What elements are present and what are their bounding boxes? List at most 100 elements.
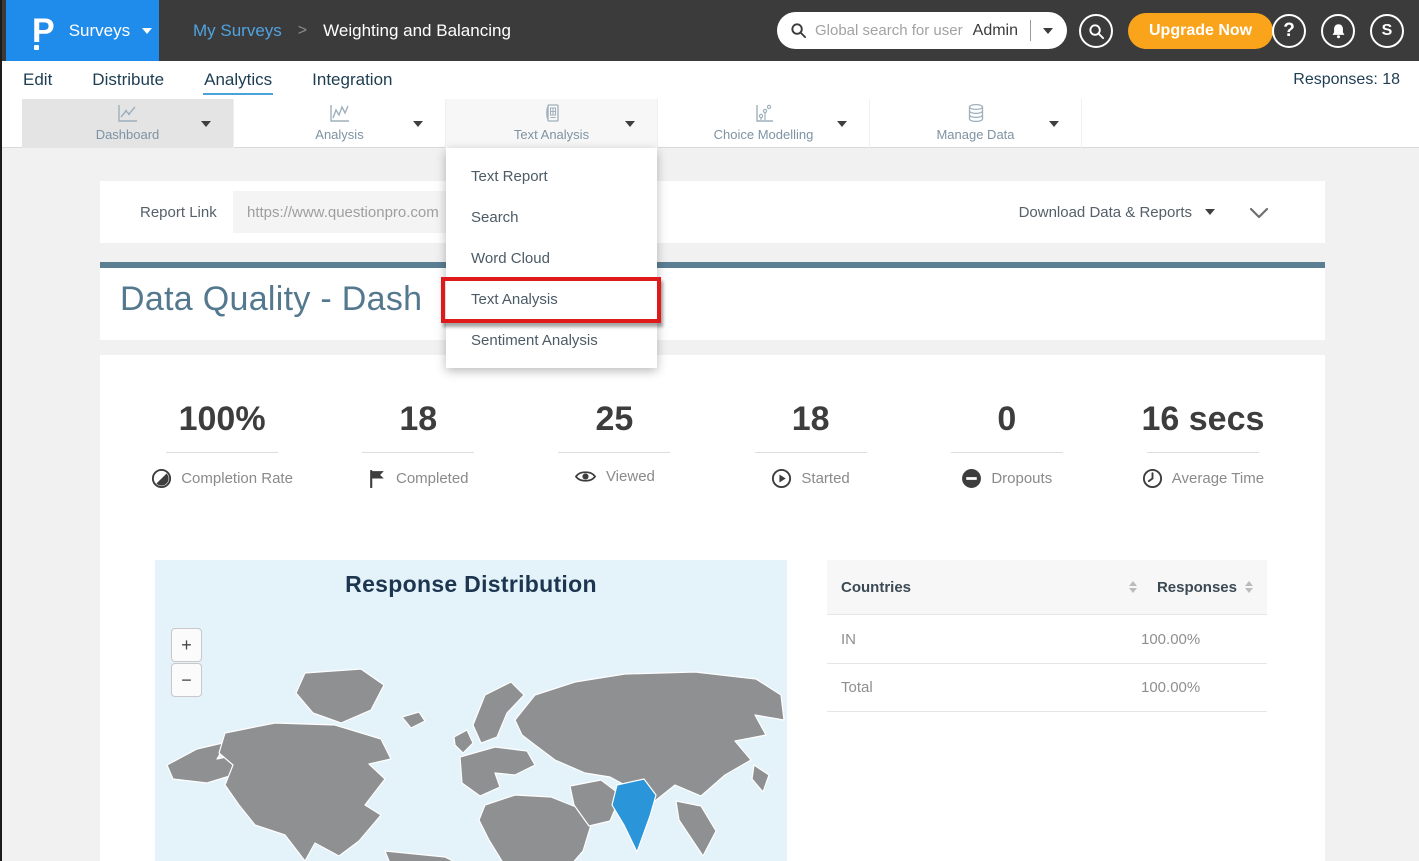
- analytics-toolbar: Dashboard Analysis Text Analysis Choice …: [0, 99, 1419, 148]
- flag-icon: [368, 468, 387, 489]
- toolbar-tab-manage-data[interactable]: Manage Data: [870, 99, 1082, 148]
- stat-dropouts: 0 Dropouts: [909, 400, 1105, 494]
- responses-count: Responses: 18: [1293, 61, 1400, 99]
- breadcrumb: My Surveys > Weighting and Balancing: [193, 0, 511, 61]
- chevron-down-icon[interactable]: [1049, 121, 1059, 127]
- toolbar-tab-label: Dashboard: [22, 127, 233, 142]
- stat-label: Viewed: [606, 468, 655, 485]
- toolbar-tab-analysis[interactable]: Analysis: [234, 99, 446, 148]
- survey-nav: Edit Distribute Analytics Integration Re…: [0, 61, 1419, 99]
- stat-label: Completion Rate: [181, 470, 293, 487]
- dashboard-heading-card: Data Quality - Dash: [100, 262, 1325, 340]
- bell-icon: [1330, 22, 1347, 40]
- menu-item-sentiment-analysis[interactable]: Sentiment Analysis: [446, 320, 657, 361]
- stat-label: Average Time: [1172, 470, 1264, 487]
- divider: [755, 452, 867, 453]
- nav-tab-integration[interactable]: Integration: [311, 66, 393, 95]
- menu-item-word-cloud[interactable]: Word Cloud: [446, 238, 657, 279]
- divider: [1147, 452, 1259, 453]
- breadcrumb-my-surveys[interactable]: My Surveys: [193, 21, 282, 41]
- stat-average-time: 16 secs Average Time: [1105, 400, 1301, 494]
- table-row: IN 100.00%: [827, 614, 1267, 663]
- chevron-down-icon: [1205, 209, 1215, 215]
- stat-label: Started: [801, 470, 849, 487]
- screen-edge: [0, 0, 2, 861]
- countries-table: Countries Responses IN 100.00% Total 100…: [827, 560, 1267, 712]
- report-link-card: Report Link Download Data & Reports: [100, 181, 1325, 243]
- chevron-down-icon[interactable]: [413, 121, 423, 127]
- responses-cell: 100.00%: [1141, 631, 1253, 648]
- responses-column-header[interactable]: Responses: [1157, 579, 1237, 596]
- stat-value: 25: [516, 400, 712, 439]
- search-scope-label: Admin: [973, 22, 1018, 40]
- breadcrumb-separator-icon: >: [298, 22, 307, 40]
- help-icon: ?: [1283, 20, 1295, 42]
- report-link-label: Report Link: [140, 181, 217, 243]
- chevron-down-icon[interactable]: [201, 121, 211, 127]
- divider: [1030, 20, 1031, 41]
- map-title: Response Distribution: [155, 571, 787, 598]
- eye-icon: [574, 468, 597, 485]
- toolbar-tab-label: Text Analysis: [446, 127, 657, 142]
- stat-value: 18: [320, 400, 516, 439]
- download-data-reports-label: Download Data & Reports: [1019, 204, 1192, 221]
- sort-icon[interactable]: [1245, 581, 1253, 593]
- toolbar-tab-label: Manage Data: [870, 127, 1081, 142]
- stat-viewed: 25 Viewed: [516, 400, 712, 494]
- search-icon: [1088, 23, 1105, 40]
- chevron-down-icon[interactable]: [625, 121, 635, 127]
- search-scope-dropdown[interactable]: [1043, 28, 1053, 34]
- stat-started: 18 Started: [713, 400, 909, 494]
- stat-value: 16 secs: [1105, 400, 1301, 439]
- responses-cell: 100.00%: [1141, 679, 1253, 696]
- menu-item-text-analysis[interactable]: Text Analysis: [446, 279, 657, 320]
- toolbar-tab-choice-modelling[interactable]: Choice Modelling: [658, 99, 870, 148]
- search-icon: [790, 22, 807, 39]
- global-search-input[interactable]: [807, 22, 973, 39]
- survey-stats-row: 100% Completion Rate 18 Completed 25 Vie…: [124, 400, 1301, 494]
- nav-tab-distribute[interactable]: Distribute: [91, 66, 165, 95]
- completion-rate-icon: [151, 468, 172, 489]
- stat-label: Completed: [396, 470, 469, 487]
- country-cell: Total: [841, 679, 1141, 696]
- collapse-section-chevron[interactable]: [1249, 206, 1269, 224]
- sort-icon[interactable]: [1129, 581, 1137, 593]
- map-country-india[interactable]: [612, 779, 656, 852]
- toolbar-tab-text-analysis[interactable]: Text Analysis: [446, 99, 658, 148]
- minus-circle-icon: [961, 468, 982, 489]
- stat-value: 0: [909, 400, 1105, 439]
- divider: [951, 452, 1063, 453]
- nav-tab-analytics[interactable]: Analytics: [203, 66, 273, 95]
- chevron-down-icon: [1249, 207, 1269, 219]
- questionpro-logo: P: [32, 14, 55, 48]
- global-search: Admin: [777, 12, 1067, 49]
- help-button[interactable]: ?: [1272, 14, 1306, 48]
- product-switcher[interactable]: P Surveys: [6, 0, 159, 61]
- chevron-down-icon[interactable]: [837, 121, 847, 127]
- nav-tab-edit[interactable]: Edit: [22, 66, 53, 95]
- search-button[interactable]: [1079, 14, 1113, 48]
- menu-item-text-report[interactable]: Text Report: [446, 156, 657, 197]
- top-bar: P Surveys My Surveys > Weighting and Bal…: [0, 0, 1419, 61]
- divider: [166, 452, 278, 453]
- stat-completion-rate: 100% Completion Rate: [124, 400, 320, 494]
- download-data-reports-dropdown[interactable]: Download Data & Reports: [1019, 181, 1215, 243]
- toolbar-tab-label: Analysis: [234, 127, 445, 142]
- map-zoom-in-button[interactable]: +: [171, 628, 202, 662]
- divider: [558, 452, 670, 453]
- stat-value: 100%: [124, 400, 320, 439]
- dashboard-card: 100% Completion Rate 18 Completed 25 Vie…: [100, 355, 1325, 861]
- world-map[interactable]: [155, 665, 787, 861]
- avatar-letter: S: [1382, 22, 1393, 40]
- user-avatar[interactable]: S: [1370, 14, 1404, 48]
- clock-icon: [1142, 468, 1163, 489]
- countries-table-header: Countries Responses: [827, 560, 1267, 614]
- notifications-button[interactable]: [1321, 14, 1355, 48]
- upgrade-now-button[interactable]: Upgrade Now: [1128, 13, 1273, 49]
- divider: [362, 452, 474, 453]
- breadcrumb-current-survey: Weighting and Balancing: [323, 21, 511, 41]
- countries-column-header[interactable]: Countries: [841, 579, 1121, 596]
- toolbar-tab-dashboard[interactable]: Dashboard: [22, 99, 234, 148]
- menu-item-search[interactable]: Search: [446, 197, 657, 238]
- response-distribution-panel: Response Distribution + −: [155, 560, 787, 861]
